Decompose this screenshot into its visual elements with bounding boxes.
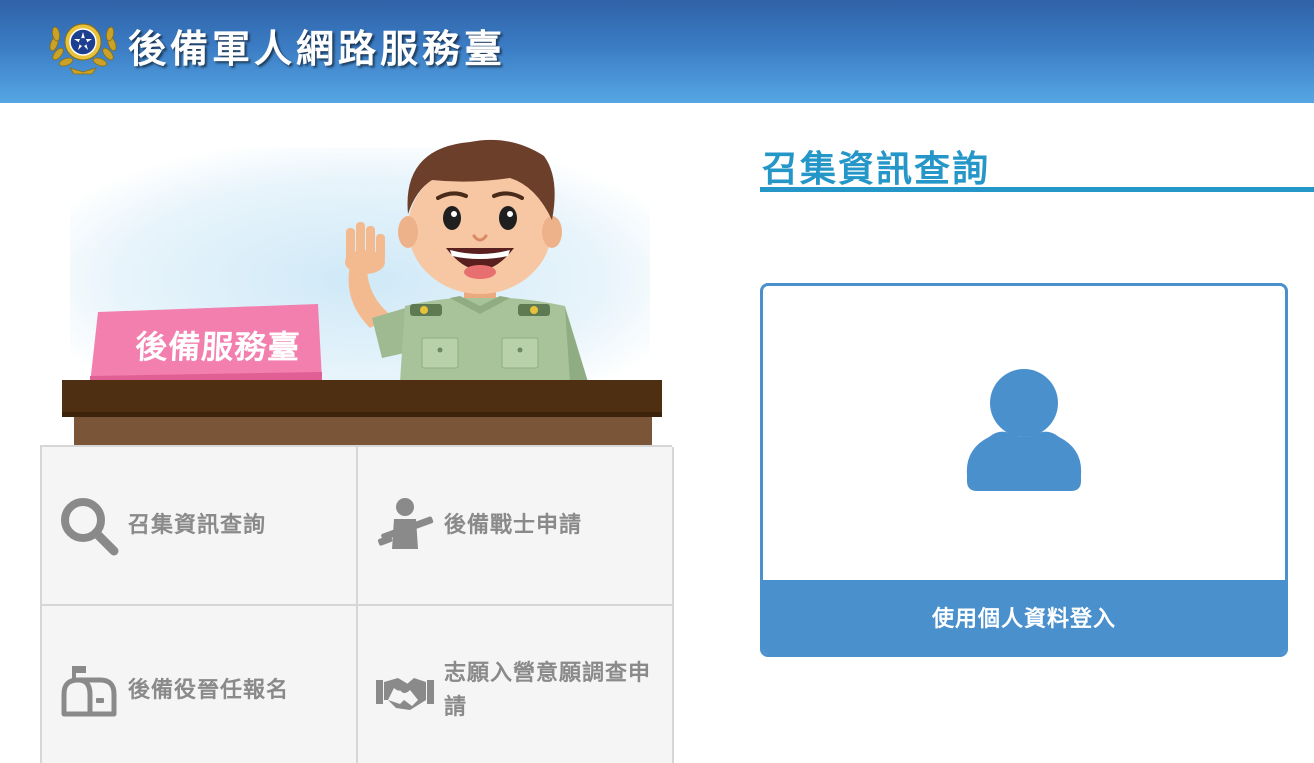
hero-illustration: 後備服務臺 xyxy=(40,128,672,448)
menu-tile-reserve-soldier-apply[interactable]: 後備戰士申請 xyxy=(358,447,674,606)
desk-sign-text: 後備服務臺 xyxy=(134,328,302,366)
military-emblem-icon xyxy=(49,23,117,75)
menu-tile-promotion-signup[interactable]: 後備役晉任報名 xyxy=(42,606,358,763)
site-header: 後備軍人網路服務臺 xyxy=(0,0,1314,103)
menu-tile-label: 志願入營意願調查申請 xyxy=(444,660,652,720)
page-title: 召集資訊查詢 xyxy=(762,149,991,190)
menu-tile-recall-query[interactable]: 召集資訊查詢 xyxy=(42,447,358,606)
service-menu-grid: 召集資訊查詢 後備戰士申請 後備役晉任報名 志願入營意願調查申請 xyxy=(40,445,674,763)
personal-login-button[interactable]: 使用個人資料登入 xyxy=(763,580,1285,654)
login-card[interactable]: 使用個人資料登入 xyxy=(760,283,1288,657)
site-title: 後備軍人網路服務臺 xyxy=(128,25,507,71)
menu-tile-label: 後備役晉任報名 xyxy=(128,677,290,703)
menu-tile-label: 召集資訊查詢 xyxy=(128,512,267,538)
menu-tile-volunteer-survey[interactable]: 志願入營意願調查申請 xyxy=(358,606,674,763)
title-underline xyxy=(760,187,1314,192)
search-icon xyxy=(58,495,120,557)
soldier-desk-illustration xyxy=(62,139,662,448)
site-logo-link[interactable]: 後備軍人網路服務臺 xyxy=(44,14,506,76)
mailbox-icon xyxy=(58,660,120,722)
menu-tile-label: 後備戰士申請 xyxy=(444,512,583,538)
handshake-icon xyxy=(374,660,436,722)
user-avatar-icon xyxy=(966,369,1082,491)
login-icon-area xyxy=(763,286,1285,580)
soldier-rifle-icon xyxy=(374,495,436,557)
